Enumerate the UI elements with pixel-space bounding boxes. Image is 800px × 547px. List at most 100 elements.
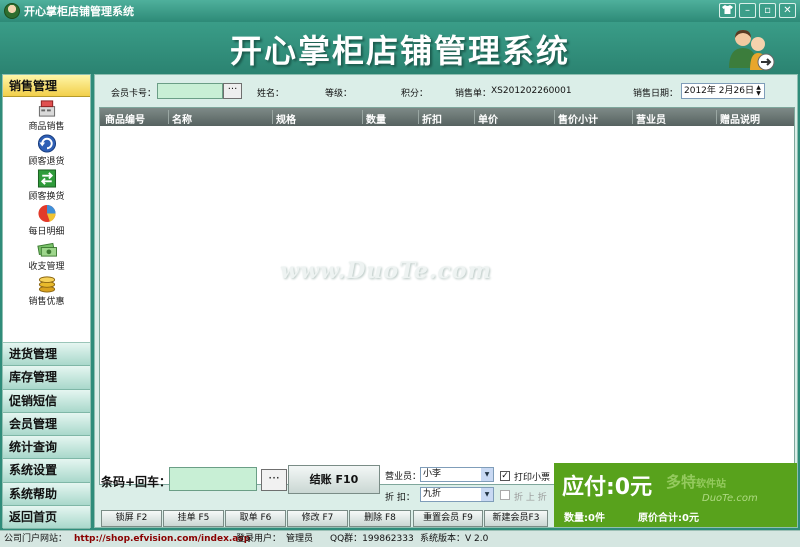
sidebar-item-label: 每日明细 — [28, 227, 65, 237]
sidebar-item-promo-sms[interactable]: 促销短信 — [3, 389, 90, 413]
user-value: 管理员 — [286, 534, 314, 544]
sidebar-item-label: 收支管理 — [28, 262, 65, 272]
sidebar: 销售管理 商品销售 顾客退货 顾客换货 每日明细 收支管理 销售优惠 进货管理 … — [2, 74, 91, 530]
pie-chart-icon — [37, 204, 56, 223]
print-receipt-checkbox[interactable]: ✓ — [500, 471, 510, 481]
totals-panel: 应付:0元 多特软件站 DuoTe.com 数量:0件 原价合计:0元 — [554, 463, 797, 527]
cashier-icon — [38, 100, 55, 117]
minimize-icon[interactable]: – — [739, 3, 756, 18]
checkout-area: 条码+回车： ··· 结账 F10 营业员： 小李 ▼ 折 扣： 九折 ▼ ✓ … — [95, 463, 797, 527]
column-header[interactable]: 折扣 — [422, 111, 442, 126]
sidebar-item-settings[interactable]: 系统设置 — [3, 459, 90, 483]
sidebar-section-sales[interactable]: 销售管理 — [3, 75, 90, 97]
header-banner: 开心掌柜店铺管理系统 — [0, 22, 800, 74]
restore-icon[interactable]: ▫ — [759, 3, 776, 18]
retrieve-order-button[interactable]: 取单 F6 — [225, 510, 286, 527]
column-header[interactable]: 营业员 — [636, 111, 666, 126]
close-icon[interactable]: ✕ — [779, 3, 796, 18]
points-label: 积分： — [401, 89, 429, 99]
level-label: 等级： — [325, 89, 353, 99]
qq-group: QQ群：199862333 — [330, 534, 414, 544]
status-bar: 公司门户网站： http://shop.efvision.com/index.a… — [0, 530, 800, 547]
watermark-text: www.DuoTe.com — [280, 258, 492, 284]
edit-button[interactable]: 修改 F7 — [287, 510, 348, 527]
watermark-url: DuoTe.com — [702, 493, 758, 504]
sidebar-item-label: 销售优惠 — [28, 297, 65, 307]
column-header[interactable]: 单价 — [478, 111, 498, 126]
clerk-value: 小李 — [423, 469, 442, 479]
site-link[interactable]: http://shop.efvision.com/index.asp — [74, 531, 250, 547]
users-icon[interactable] — [726, 26, 776, 72]
title-bar: 开心掌柜店铺管理系统 – ▫ ✕ — [0, 0, 800, 22]
member-card-label: 会员卡号： — [111, 89, 157, 99]
order-label: 销售单： — [455, 89, 492, 99]
date-label: 销售日期： — [633, 89, 679, 99]
window-title: 开心掌柜店铺管理系统 — [24, 5, 134, 18]
column-header[interactable]: 名称 — [172, 111, 192, 126]
shirt-icon[interactable] — [719, 3, 736, 18]
checkout-button[interactable]: 结账 F10 — [288, 465, 380, 494]
clerk-select[interactable]: 小李 ▼ — [420, 467, 494, 482]
barcode-label: 条码+回车： — [101, 475, 172, 489]
sales-items-table: 商品编号 名称 规格 数量 折扣 单价 售价小计 营业员 赠品说明 www.Du… — [99, 107, 795, 485]
reset-member-button[interactable]: 重置会员 F9 — [413, 510, 483, 527]
member-card-input[interactable] — [157, 83, 223, 99]
chevron-down-icon: ▼ — [481, 468, 493, 481]
sidebar-item-help[interactable]: 系统帮助 — [3, 482, 90, 507]
discount-select[interactable]: 九折 ▼ — [420, 487, 494, 502]
clerk-label: 营业员： — [385, 472, 422, 482]
name-label: 姓名： — [257, 89, 285, 99]
user-label: 登录用户： — [236, 534, 282, 544]
stack-discount-label: 折 上 折 — [514, 493, 547, 503]
original-total: 原价合计:0元 — [638, 513, 699, 524]
app-icon — [4, 3, 20, 19]
banner-title: 开心掌柜店铺管理系统 — [229, 32, 570, 70]
sidebar-item-customer-return[interactable]: 顾客退货 — [3, 132, 90, 167]
sale-date-picker[interactable]: 2012年 2月26日 ▲ ▼ — [681, 83, 765, 99]
delete-button[interactable]: 删除 F8 — [349, 510, 411, 527]
order-number: XS201202260001 — [491, 86, 572, 96]
barcode-input[interactable] — [169, 467, 257, 491]
column-header[interactable]: 售价小计 — [558, 111, 598, 126]
sidebar-item-purchase[interactable]: 进货管理 — [3, 343, 90, 367]
discount-value: 九折 — [423, 489, 442, 499]
sidebar-item-members[interactable]: 会员管理 — [3, 412, 90, 437]
lock-screen-button[interactable]: 锁屏 F2 — [101, 510, 162, 527]
chevron-down-icon: ▼ — [481, 488, 493, 501]
sidebar-item-label: 顾客换货 — [28, 192, 65, 202]
column-header[interactable]: 赠品说明 — [720, 111, 760, 126]
sidebar-item-inventory[interactable]: 库存管理 — [3, 366, 90, 390]
sidebar-item-customer-exchange[interactable]: 顾客换货 — [3, 167, 90, 202]
sidebar-item-daily-detail[interactable]: 每日明细 — [3, 202, 90, 237]
watermark-logo: 多特软件站 — [666, 473, 727, 491]
sidebar-item-label: 商品销售 — [28, 122, 65, 132]
barcode-browse-button[interactable]: ··· — [261, 469, 287, 491]
money-icon — [36, 242, 57, 257]
amount-due: 应付:0元 — [562, 475, 653, 500]
sidebar-item-product-sales[interactable]: 商品销售 — [3, 97, 90, 132]
sale-header-form: 会员卡号： ··· 姓名： 等级： 积分： 销售单： XS20120226000… — [95, 75, 797, 105]
sidebar-sections: 进货管理 库存管理 促销短信 会员管理 统计查询 系统设置 系统帮助 返回首页 — [3, 343, 90, 530]
stack-discount-checkbox[interactable] — [500, 490, 510, 500]
date-spin-icon[interactable]: ▲ ▼ — [754, 85, 763, 97]
print-receipt-label: 打印小票 — [514, 473, 551, 483]
discount-label: 折 扣： — [385, 493, 415, 503]
sale-date-value: 2012年 2月26日 — [684, 86, 754, 96]
sidebar-item-income-expense[interactable]: 收支管理 — [3, 237, 90, 272]
new-member-button[interactable]: 新建会员F3 — [484, 510, 548, 527]
main-panel: 会员卡号： ··· 姓名： 等级： 积分： 销售单： XS20120226000… — [94, 74, 798, 528]
sidebar-item-home[interactable]: 返回首页 — [3, 506, 90, 530]
column-header[interactable]: 规格 — [276, 111, 296, 126]
sidebar-item-sales-discount[interactable]: 销售优惠 — [3, 272, 90, 307]
sidebar-item-label: 顾客退货 — [28, 157, 65, 167]
column-header[interactable]: 数量 — [366, 111, 386, 126]
column-header[interactable]: 商品编号 — [105, 111, 145, 126]
member-browse-button[interactable]: ··· — [223, 83, 242, 99]
hold-order-button[interactable]: 挂单 F5 — [163, 510, 224, 527]
site-label: 公司门户网站： — [4, 534, 68, 544]
total-quantity: 数量:0件 — [564, 513, 605, 524]
sidebar-subpanel: 商品销售 顾客退货 顾客换货 每日明细 收支管理 销售优惠 — [3, 97, 90, 343]
exchange-icon — [37, 169, 56, 188]
table-header: 商品编号 名称 规格 数量 折扣 单价 售价小计 营业员 赠品说明 — [100, 108, 794, 126]
sidebar-item-statistics[interactable]: 统计查询 — [3, 436, 90, 460]
